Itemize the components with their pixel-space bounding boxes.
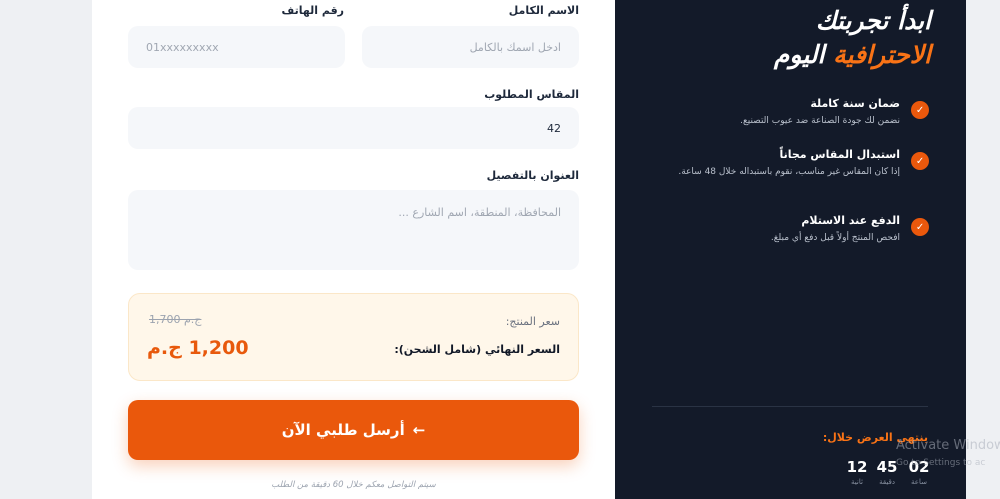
product-price-label: سعر المنتج: bbox=[505, 315, 560, 328]
contact-note: سيتم التواصل معكم خلال 60 دقيقة من الطلب bbox=[271, 480, 436, 490]
phone-placeholder: 01xxxxxxxxx bbox=[146, 40, 219, 54]
panel-divider bbox=[652, 406, 928, 407]
feature-desc: إذا كان المقاس غير مناسب، نقوم باستبداله… bbox=[678, 167, 900, 177]
size-label: المقاس المطلوب bbox=[484, 88, 579, 101]
address-label: العنوان بالتفصيل bbox=[486, 169, 579, 182]
final-price: 1,200 ج.م bbox=[147, 337, 249, 359]
size-value: 42 bbox=[547, 121, 561, 135]
check-icon: ✓ bbox=[911, 101, 929, 119]
feature-cash-on-delivery: ✓ الدفع عند الاستلام افحص المنتج أولاً ق… bbox=[669, 214, 929, 248]
price-summary: سعر المنتج: 1,700 ج.م السعر النهائي (شام… bbox=[128, 293, 579, 381]
size-input[interactable]: 42 bbox=[128, 107, 579, 149]
full-name-input[interactable]: ادخل اسمك بالكامل bbox=[362, 26, 579, 68]
feature-size-exchange: ✓ استبدال المقاس مجاناً إذا كان المقاس غ… bbox=[669, 148, 929, 196]
panel-headline: ابدأ تجربتك الاحترافية اليوم bbox=[774, 4, 931, 72]
countdown-value: 12 bbox=[846, 458, 868, 476]
feature-title: الدفع عند الاستلام bbox=[801, 214, 900, 227]
phone-label: رقم الهاتف bbox=[281, 4, 344, 17]
feature-warranty: ✓ ضمان سنة كاملة نضمن لك جودة الصناعة ضد… bbox=[669, 97, 929, 131]
countdown-seconds: 12 ثانية bbox=[844, 458, 870, 486]
benefits-panel: ابدأ تجربتك الاحترافية اليوم ✓ ضمان سنة … bbox=[615, 0, 966, 499]
check-icon: ✓ bbox=[911, 152, 929, 170]
activate-windows-hint: Go to Settings to ac bbox=[896, 458, 986, 468]
feature-title: استبدال المقاس مجاناً bbox=[779, 148, 900, 161]
submit-order-button[interactable]: أرسل طلبي الآن ← bbox=[128, 400, 579, 460]
address-textarea[interactable]: المحافظة، المنطقة، اسم الشارع ... bbox=[128, 190, 579, 270]
address-placeholder: المحافظة، المنطقة، اسم الشارع ... bbox=[398, 206, 561, 219]
countdown-unit: ثانية bbox=[851, 478, 863, 486]
feature-desc: نضمن لك جودة الصناعة ضد عيوب التصنيع. bbox=[740, 116, 900, 126]
old-price: 1,700 ج.م bbox=[149, 313, 202, 326]
headline-rest: اليوم bbox=[773, 40, 825, 69]
full-name-label: الاسم الكامل bbox=[508, 4, 579, 17]
activate-windows-watermark: Activate Window bbox=[896, 438, 1000, 453]
submit-label: أرسل طلبي الآن bbox=[281, 421, 405, 439]
countdown-unit: ساعة bbox=[911, 478, 927, 486]
headline-accent: الاحترافية bbox=[833, 40, 931, 69]
headline-line1: ابدأ تجربتك bbox=[815, 6, 931, 35]
check-icon: ✓ bbox=[911, 218, 929, 236]
feature-desc: افحص المنتج أولاً قبل دفع أي مبلغ. bbox=[770, 233, 900, 243]
countdown-unit: دقيقة bbox=[879, 478, 895, 486]
final-price-label: السعر النهائي (شامل الشحن): bbox=[394, 343, 560, 356]
feature-title: ضمان سنة كاملة bbox=[810, 97, 900, 110]
full-name-placeholder: ادخل اسمك بالكامل bbox=[469, 40, 561, 54]
arrow-left-icon: ← bbox=[412, 421, 426, 439]
phone-input[interactable]: 01xxxxxxxxx bbox=[128, 26, 345, 68]
